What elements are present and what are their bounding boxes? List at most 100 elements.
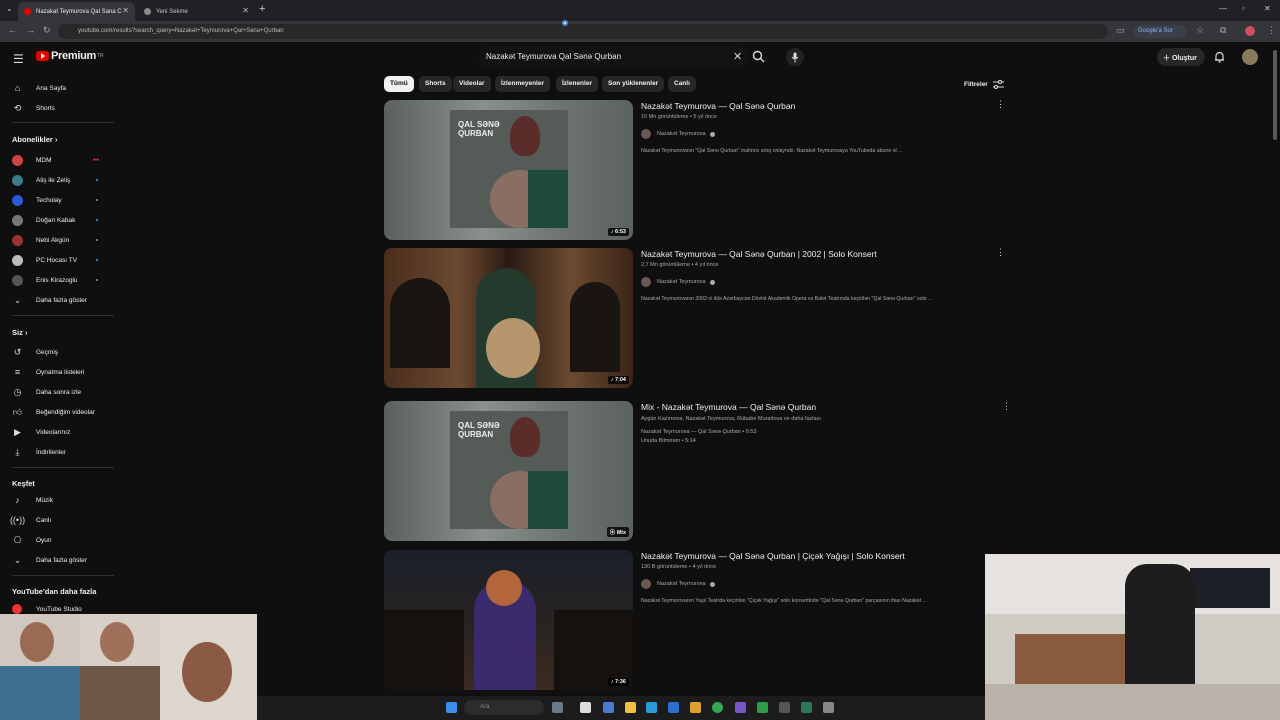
mix-thumbnail[interactable]: QAL SƏNƏ QURBAN ⦿ Mix [384,401,633,541]
video-thumbnail[interactable]: ♪ 7:36 [384,550,633,690]
video-title[interactable]: Nazakət Teymurova — Qal Sənə Qurban [641,101,795,111]
hamburger-menu-icon[interactable]: ☰ [13,52,24,66]
subscription-item[interactable]: Aliş ile Zeliş [0,172,120,188]
maximize-icon[interactable]: ▫ [1242,4,1245,13]
channel-link[interactable]: Nazakət Teymurova [641,579,715,589]
sidebar-item-label: Daha fazla göster [36,556,87,564]
page-scrollbar[interactable] [1273,50,1277,140]
gaming-icon: ⎔ [13,534,22,545]
sidebar-divider [12,315,114,316]
more-actions-icon[interactable]: ⋮ [1002,401,1011,412]
chip-watched[interactable]: İzlenenler [556,76,598,92]
app-icon[interactable] [690,702,701,713]
bookmark-star-icon[interactable]: ☆ [1196,25,1204,36]
profile-icon[interactable] [1245,26,1255,36]
browser-tab-youtube[interactable]: Nazakat Teymurova Qal Sana C ✕ [18,2,135,21]
chip-shorts[interactable]: Shorts [419,76,452,92]
mix-track[interactable]: Unuda Bilmirəm • 5:14 [641,438,696,444]
close-tab-icon[interactable]: ✕ [242,6,249,15]
widgets-icon[interactable] [552,702,563,713]
logo-country: TR [96,53,104,59]
tab-search-icon[interactable]: ⌄ [6,4,13,13]
sidebar-item-playlists[interactable]: ≡ Oynatma listeleri [0,364,120,380]
cast-icon[interactable]: ▭ [1116,25,1125,36]
mix-track[interactable]: Nazakət Teymurova — Qal Sənə Qurban • 6:… [641,429,757,435]
more-actions-icon[interactable]: ⋮ [996,99,1005,110]
show-more-explore[interactable]: ⌄ Daha fazla göster [0,552,120,568]
channel-link[interactable]: Nazakət Teymurova [641,277,715,287]
sidebar-item-shorts[interactable]: ⟲ Shorts [0,100,120,116]
tab-label: Nazakat Teymurova Qal Sana C [36,8,122,15]
chip-live[interactable]: Canlı [668,76,696,92]
channel-avatar [12,154,23,166]
voice-search-button[interactable] [786,48,804,66]
subscription-item[interactable]: Techolay [0,192,120,208]
address-bar[interactable]: youtube.com/results?search_query=Nazakət… [58,24,1108,39]
sidebar-item-music[interactable]: ♪ Müzik [0,492,120,508]
create-button[interactable]: ＋ Oluştur [1157,48,1205,66]
new-tab-icon[interactable]: + [259,3,265,15]
google-ask-button[interactable]: Google'a Sor [1134,25,1186,38]
browser-menu-icon[interactable]: ⋮ [1267,25,1276,36]
video-title[interactable]: Nazakət Teymurova — Qal Sənə Qurban | Çi… [641,551,905,561]
sidebar-item-gaming[interactable]: ⎔ Oyun [0,532,120,548]
store-icon[interactable] [668,702,679,713]
close-tab-icon[interactable]: ✕ [122,6,129,15]
sidebar-item-your-videos[interactable]: ▶ Videolarınız [0,424,120,440]
task-view-icon[interactable] [580,702,591,713]
video-thumbnail[interactable]: QAL SƏNƏ QURBAN ♪ 6:53 [384,100,633,240]
you-header[interactable]: Siz › [12,328,27,337]
sidebar-item-history[interactable]: ↺ Geçmiş [0,344,120,360]
subscription-item[interactable]: Nebi Akgün [0,232,120,248]
show-more-subscriptions[interactable]: ⌄ Daha fazla göster [0,292,120,308]
chip-recent[interactable]: Son yüklenenler [602,76,665,92]
more-actions-icon[interactable]: ⋮ [996,247,1005,258]
chip-all[interactable]: Tümü [384,76,414,92]
chevron-down-icon: ⌄ [13,554,22,565]
channel-link[interactable]: Nazakət Teymurova [641,129,715,139]
windows-start-icon[interactable] [446,702,457,713]
settings-gear-icon[interactable] [823,702,834,713]
youtube-premium-logo[interactable]: Premium TR [36,50,104,62]
subscription-item[interactable]: Doğan Kabak [0,212,120,228]
daf-drum-image [486,318,540,378]
subscription-item[interactable]: Enis Kirazoglu [0,272,120,288]
chip-videos[interactable]: Videolar [453,76,491,92]
app-icon[interactable] [735,702,746,713]
app-icon[interactable] [801,702,812,713]
video-thumbnail[interactable]: ♪ 7:04 [384,248,633,388]
notifications-bell-icon[interactable] [1214,50,1225,68]
browser-tab-new[interactable]: Yeni Sekme ✕ [138,2,255,21]
chrome-icon[interactable] [712,702,723,713]
taskbar-search-placeholder: Ara [480,704,490,710]
extensions-icon[interactable]: ⧉ [1220,25,1226,36]
sidebar-item-watch-later[interactable]: ◷ Daha sonra izle [0,384,120,400]
video-title[interactable]: Mix - Nazakət Teymurova — Qal Sənə Qurba… [641,402,816,412]
tab-label: Yeni Sekme [156,8,188,15]
taskbar-search-box[interactable]: Ara [464,700,544,715]
subscription-item[interactable]: MDM ●● [0,152,120,168]
search-icon[interactable] [752,50,765,68]
minimize-icon[interactable]: — [1219,4,1227,13]
forward-icon[interactable]: → [26,25,35,35]
app-icon[interactable] [757,702,768,713]
filters-button[interactable]: Filtreler [964,80,1004,89]
subscription-item[interactable]: PC Hocası TV [0,252,120,268]
app-icon[interactable] [779,702,790,713]
file-explorer-icon[interactable] [625,702,636,713]
back-icon[interactable]: ← [8,25,17,35]
account-avatar[interactable] [1242,49,1258,65]
start-menu-icon[interactable] [603,702,614,713]
search-input[interactable]: Nazakət Teymurova Qal Sənə Qurban [478,46,748,68]
sidebar-item-downloads[interactable]: ⤓ İndirilenler [0,444,120,460]
clear-search-icon[interactable]: ✕ [733,50,742,63]
subscriptions-header[interactable]: Abonelikler › [12,135,57,144]
reload-icon[interactable]: ↻ [43,25,51,36]
sidebar-item-home[interactable]: ⌂ Ana Sayfa [0,80,120,96]
sidebar-item-live[interactable]: ((•)) Canlı [0,512,120,528]
video-title[interactable]: Nazakət Teymurova — Qal Sənə Qurban | 20… [641,249,877,259]
edge-browser-icon[interactable] [646,702,657,713]
sidebar-item-liked[interactable]: 👍︎ Beğendiğim videolar [0,404,120,420]
chip-unwatched[interactable]: İzlenmeyenler [495,76,550,92]
close-window-icon[interactable]: ✕ [1264,4,1271,13]
